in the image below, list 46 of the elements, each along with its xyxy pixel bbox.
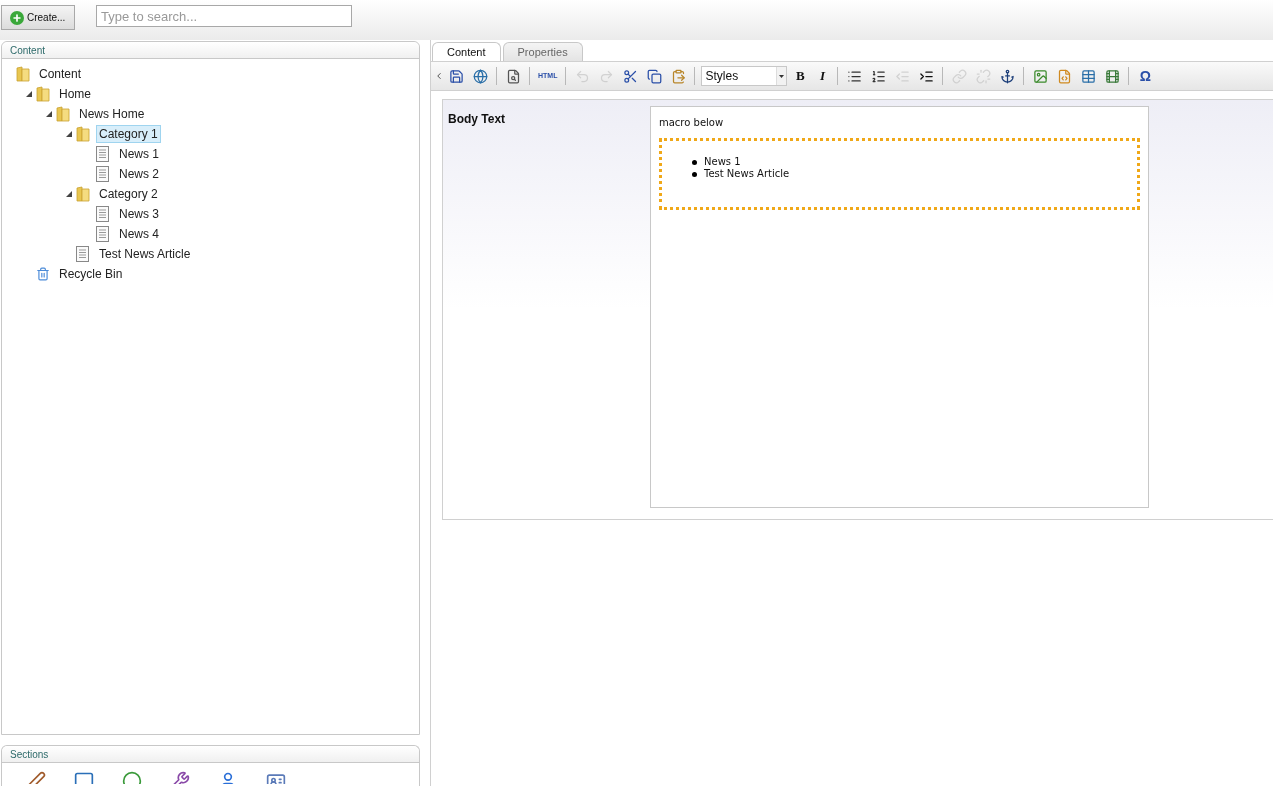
create-button[interactable]: Create...	[1, 5, 75, 30]
document-icon	[96, 146, 109, 162]
tab[interactable]: Content	[432, 42, 501, 61]
bold-button[interactable]: B	[789, 65, 812, 87]
bullet-icon	[692, 171, 697, 177]
macro-list-item: Test News Article	[704, 168, 790, 180]
panel-title: Content	[10, 43, 46, 58]
tree-item[interactable]: News 1	[116, 145, 162, 163]
bullet-icon	[692, 159, 697, 165]
folder-icon	[16, 66, 30, 82]
document-icon	[96, 166, 109, 182]
expanded-triangle-icon[interactable]	[26, 91, 32, 97]
search-field[interactable]: Type to search...	[96, 5, 352, 27]
caret-icon	[779, 74, 785, 78]
tree-item[interactable]: News Home	[76, 105, 148, 123]
tree-item[interactable]: Content	[36, 65, 85, 83]
expanded-triangle-icon[interactable]	[46, 111, 52, 117]
styles-dropdown[interactable]: Styles	[701, 66, 788, 86]
tree-item[interactable]: News 4	[116, 225, 162, 243]
tree-item[interactable]: Test News Article	[96, 245, 194, 263]
collapse-icon	[434, 71, 444, 81]
tab[interactable]: Properties	[502, 42, 583, 61]
folder-icon	[76, 186, 90, 202]
macro-list-item: News 1	[704, 156, 741, 168]
special-character-button[interactable]: Ω	[1133, 65, 1158, 87]
tree-item[interactable]: Category 1	[96, 125, 161, 143]
folder-icon	[56, 106, 70, 122]
italic-button[interactable]: I	[811, 65, 834, 87]
expanded-triangle-icon[interactable]	[66, 191, 72, 197]
tree-item[interactable]: News 3	[116, 205, 162, 223]
document-icon	[96, 226, 109, 242]
tree-item[interactable]: Home	[56, 85, 94, 103]
add-icon	[10, 10, 24, 25]
field-label: Body Text	[448, 112, 506, 126]
document-icon	[96, 206, 109, 222]
folder-icon	[76, 126, 90, 142]
editor-paragraph: macro below	[659, 116, 725, 130]
tree-item[interactable]: Recycle Bin	[56, 265, 126, 283]
rich-text-editor[interactable]: macro below News 1 Test News Article	[650, 106, 1149, 508]
document-icon	[76, 246, 89, 262]
folder-icon	[36, 86, 50, 102]
tree-item[interactable]: News 2	[116, 165, 162, 183]
tree-item[interactable]: Category 2	[96, 185, 161, 203]
recycle-bin-icon	[36, 267, 50, 281]
expanded-triangle-icon[interactable]	[66, 131, 72, 137]
panel-title: Sections	[10, 747, 49, 762]
